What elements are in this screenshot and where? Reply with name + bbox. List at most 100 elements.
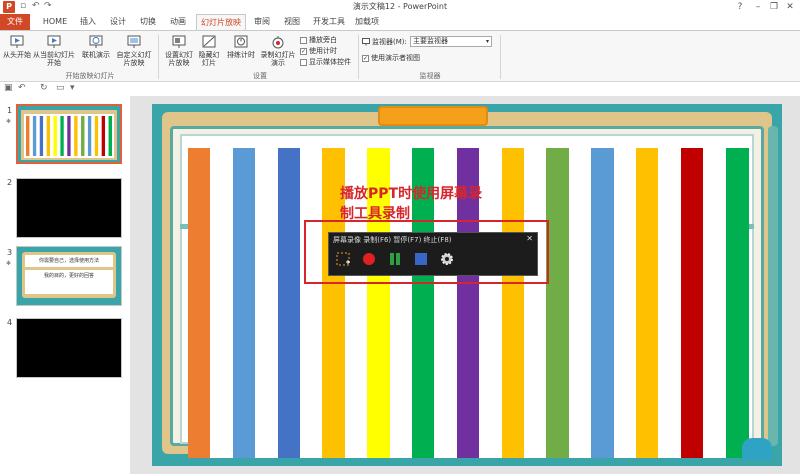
annotation-text: 播放PPT时使用屏幕录 制工具录制: [340, 184, 482, 224]
start-from-beginning-icon[interactable]: ▭: [56, 83, 65, 93]
thumb-color-bar: [29, 116, 33, 156]
monitor-label: 监视器(M):: [372, 38, 407, 46]
ribbon-tabs: 文件 HOME 插入 设计 切换 动画 幻灯片放映 审阅 视图 开发工具 加载项: [0, 14, 800, 31]
present-online-icon: [89, 35, 103, 48]
annotation-line-1: 播放PPT时使用屏幕录: [340, 186, 483, 202]
thumb-color-bar: [101, 116, 106, 156]
rehearse-timings-icon: [234, 35, 248, 48]
slide-side-decor: [768, 126, 778, 446]
setup-slideshow-icon: [172, 35, 186, 48]
thumb-color-bar: [32, 116, 37, 156]
tab-home[interactable]: HOME: [38, 14, 72, 30]
pause-icon[interactable]: [387, 251, 403, 267]
thumb-color-bar: [46, 116, 51, 156]
slide-number: 2: [7, 178, 13, 187]
color-bar: [613, 148, 637, 458]
tab-addins[interactable]: 加载项: [352, 14, 382, 30]
group-separator: [158, 35, 159, 79]
slide-number: 4: [7, 318, 13, 327]
slide-thumbnail-1[interactable]: [16, 104, 122, 164]
rehearse-timings-button[interactable]: 排练计时: [226, 34, 256, 59]
tab-animations[interactable]: 动画: [166, 14, 190, 30]
slide-editor: 播放PPT时使用屏幕录 制工具录制 屏幕录像 录制(F6) 暂停(F7) 终止(…: [130, 96, 800, 474]
checkbox-checked-icon: ✓: [300, 47, 307, 55]
color-bar: [255, 148, 279, 458]
from-start-button[interactable]: 从头开始: [2, 34, 32, 59]
record-slideshow-button[interactable]: 录制幻灯片演示: [258, 34, 298, 67]
tab-insert[interactable]: 插入: [76, 14, 100, 30]
play-from-current-icon: [47, 35, 61, 48]
setup-slideshow-label: 设置幻灯片放映: [165, 51, 193, 67]
tab-design[interactable]: 设计: [106, 14, 130, 30]
present-online-button[interactable]: 联机演示: [80, 34, 112, 59]
quick-access-toolbar: ▣ ↶ ↻ ▭ ▾: [0, 82, 800, 96]
custom-slideshow-button[interactable]: 自定义幻灯片放映: [114, 34, 154, 67]
slide-title-bar: [378, 106, 488, 126]
thumb-color-bar: [60, 116, 64, 156]
minimize-button[interactable]: –: [750, 0, 766, 14]
recorder-close-button[interactable]: ✕: [526, 234, 533, 243]
from-current-label: 从当前幻灯片开始: [33, 51, 75, 67]
tab-review[interactable]: 审阅: [250, 14, 274, 30]
hide-slide-icon: [202, 35, 216, 48]
monitor-select[interactable]: 主要监视器 ▾: [410, 36, 492, 47]
show-media-controls-checkbox[interactable]: 显示媒体控件: [300, 57, 351, 67]
tab-slideshow[interactable]: 幻灯片放映: [196, 14, 246, 31]
tab-view[interactable]: 视图: [280, 14, 304, 30]
thumb-color-bar: [70, 116, 75, 156]
redo-icon[interactable]: ↻: [40, 83, 48, 93]
thumb-color-bar: [53, 116, 57, 156]
slide-3-title: 你需要自己，选择使用方法: [25, 255, 113, 267]
screen-recorder-toolbar: 屏幕录像 录制(F6) 暂停(F7) 终止(F8) ✕: [328, 232, 538, 276]
custom-slideshow-icon: [127, 35, 141, 48]
thumb-color-bar: [108, 116, 112, 156]
customize-qat-icon[interactable]: ▾: [70, 83, 75, 93]
hide-slide-button[interactable]: 隐藏幻灯片: [196, 34, 222, 67]
from-current-button[interactable]: 从当前幻灯片开始: [32, 34, 76, 67]
restore-button[interactable]: ❐: [766, 0, 782, 14]
thumb-color-bar: [105, 116, 109, 156]
use-timings-checkbox[interactable]: ✓ 使用计时: [300, 46, 337, 56]
slide-number: 1: [7, 106, 13, 115]
presenter-view-label: 使用演示者视图: [371, 54, 420, 62]
gear-icon[interactable]: [439, 251, 455, 267]
slide-thumbnail-4[interactable]: [16, 318, 122, 378]
slide-thumbnail-3[interactable]: 你需要自己，选择使用方法 我的目的，更好的回答: [16, 246, 122, 306]
record-slideshow-label: 录制幻灯片演示: [260, 51, 296, 67]
stop-icon[interactable]: [413, 251, 429, 267]
group-setup-label: 设置: [253, 72, 267, 80]
group-monitor-label: 监视器: [419, 72, 441, 80]
animation-star-icon: ✱: [6, 260, 12, 267]
thumb-color-bar: [56, 116, 61, 156]
setup-slideshow-button[interactable]: 设置幻灯片放映: [162, 34, 196, 67]
thumb-color-bar: [43, 116, 47, 156]
thumb-color-bar: [84, 116, 88, 156]
current-slide[interactable]: 播放PPT时使用屏幕录 制工具录制 屏幕录像 录制(F6) 暂停(F7) 终止(…: [152, 104, 782, 466]
thumb-color-bar: [36, 116, 40, 156]
tab-file[interactable]: 文件: [0, 14, 30, 30]
thumb-color-bar: [63, 116, 68, 156]
play-narrations-checkbox[interactable]: 播放旁白: [300, 35, 337, 45]
animation-star-icon: ✱: [6, 118, 12, 125]
tab-transitions[interactable]: 切换: [136, 14, 160, 30]
record-icon[interactable]: [361, 251, 377, 267]
help-button[interactable]: ?: [732, 0, 748, 14]
color-bar: [546, 148, 570, 458]
presenter-view-checkbox[interactable]: ✓ 使用演示者视图: [362, 53, 420, 63]
save-icon[interactable]: ▣: [4, 83, 13, 93]
color-bar: [277, 148, 301, 458]
recorder-title: 屏幕录像 录制(F6) 暂停(F7) 终止(F8): [333, 236, 452, 244]
select-region-icon[interactable]: [335, 251, 351, 267]
color-bar: [210, 148, 234, 458]
tab-developer[interactable]: 开发工具: [310, 14, 348, 30]
powerpoint-window: P ▫ ↶ ↷ 演示文稿12 - PowerPoint ? – ❐ ✕ 文件 H…: [0, 0, 800, 474]
group-separator: [500, 35, 501, 79]
color-bar: [524, 148, 547, 458]
checkbox-checked-icon: ✓: [362, 54, 369, 62]
undo-icon[interactable]: ↶: [18, 83, 26, 93]
close-button[interactable]: ✕: [782, 0, 798, 14]
slide-thumbnail-2[interactable]: [16, 178, 122, 238]
color-bar: [479, 148, 503, 458]
color-bar: [232, 148, 256, 458]
color-bar: [725, 148, 749, 458]
